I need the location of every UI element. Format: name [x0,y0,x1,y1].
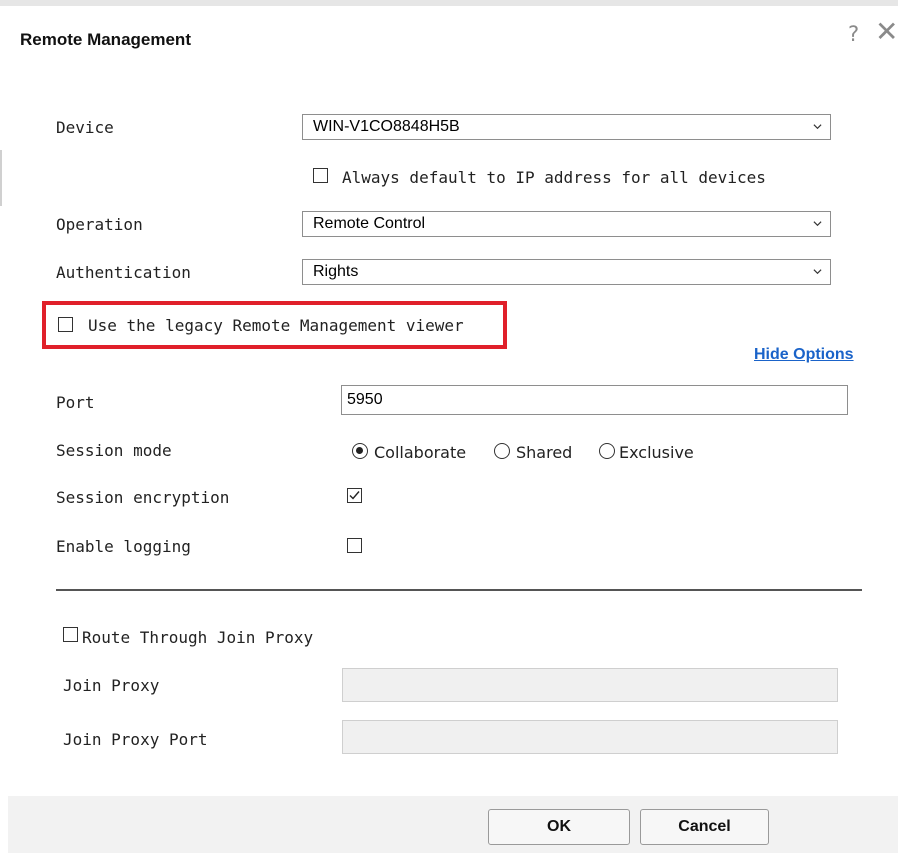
radio-shared-label: Shared [516,443,573,462]
left-edge-mark [0,150,2,206]
authentication-select[interactable]: Rights [302,259,831,285]
device-value: WIN-V1CO8848H5B [313,118,460,135]
operation-select[interactable]: Remote Control [302,211,831,237]
radio-collaborate[interactable] [352,443,368,459]
port-value: 5950 [347,391,383,408]
session-encryption-checkbox[interactable] [347,488,362,503]
enable-logging-label: Enable logging [56,537,191,556]
join-proxy-input[interactable] [342,668,838,702]
chevron-down-icon [813,221,822,227]
chevron-down-icon [813,124,822,130]
close-icon[interactable]: ✕ [875,18,898,46]
section-divider [56,589,862,591]
port-input[interactable]: 5950 [341,385,848,415]
join-proxy-port-label: Join Proxy Port [63,730,208,749]
legacy-viewer-label: Use the legacy Remote Management viewer [88,316,464,335]
radio-selected-dot [356,447,363,454]
dialog-title: Remote Management [20,30,191,49]
top-border [0,0,898,6]
radio-collaborate-label: Collaborate [374,443,467,462]
operation-label: Operation [56,215,143,234]
dialog-titlebar: Remote Management ? ✕ [8,8,898,72]
chevron-down-icon [813,269,822,275]
session-encryption-label: Session encryption [56,488,230,507]
operation-value: Remote Control [313,215,426,232]
legacy-viewer-checkbox[interactable] [58,317,73,332]
device-label: Device [56,118,114,137]
route-proxy-checkbox[interactable] [63,627,78,642]
hide-options-link[interactable]: Hide Options [754,346,854,364]
join-proxy-port-input[interactable] [342,720,838,754]
join-proxy-label: Join Proxy [63,676,160,695]
checkmark-icon [349,491,360,500]
cancel-button[interactable]: Cancel [640,809,769,845]
help-icon[interactable]: ? [848,22,859,46]
session-mode-label: Session mode [56,441,172,460]
device-select[interactable]: WIN-V1CO8848H5B [302,114,831,140]
enable-logging-checkbox[interactable] [347,538,362,553]
ip-default-label: Always default to IP address for all dev… [342,168,766,187]
ok-button[interactable]: OK [488,809,630,845]
radio-exclusive[interactable] [599,443,615,459]
ip-default-checkbox[interactable] [313,168,328,183]
radio-exclusive-label: Exclusive [619,443,694,462]
port-label: Port [56,393,95,412]
authentication-label: Authentication [56,263,191,282]
route-proxy-label: Route Through Join Proxy [82,628,314,647]
authentication-value: Rights [313,263,359,280]
radio-shared[interactable] [494,443,510,459]
